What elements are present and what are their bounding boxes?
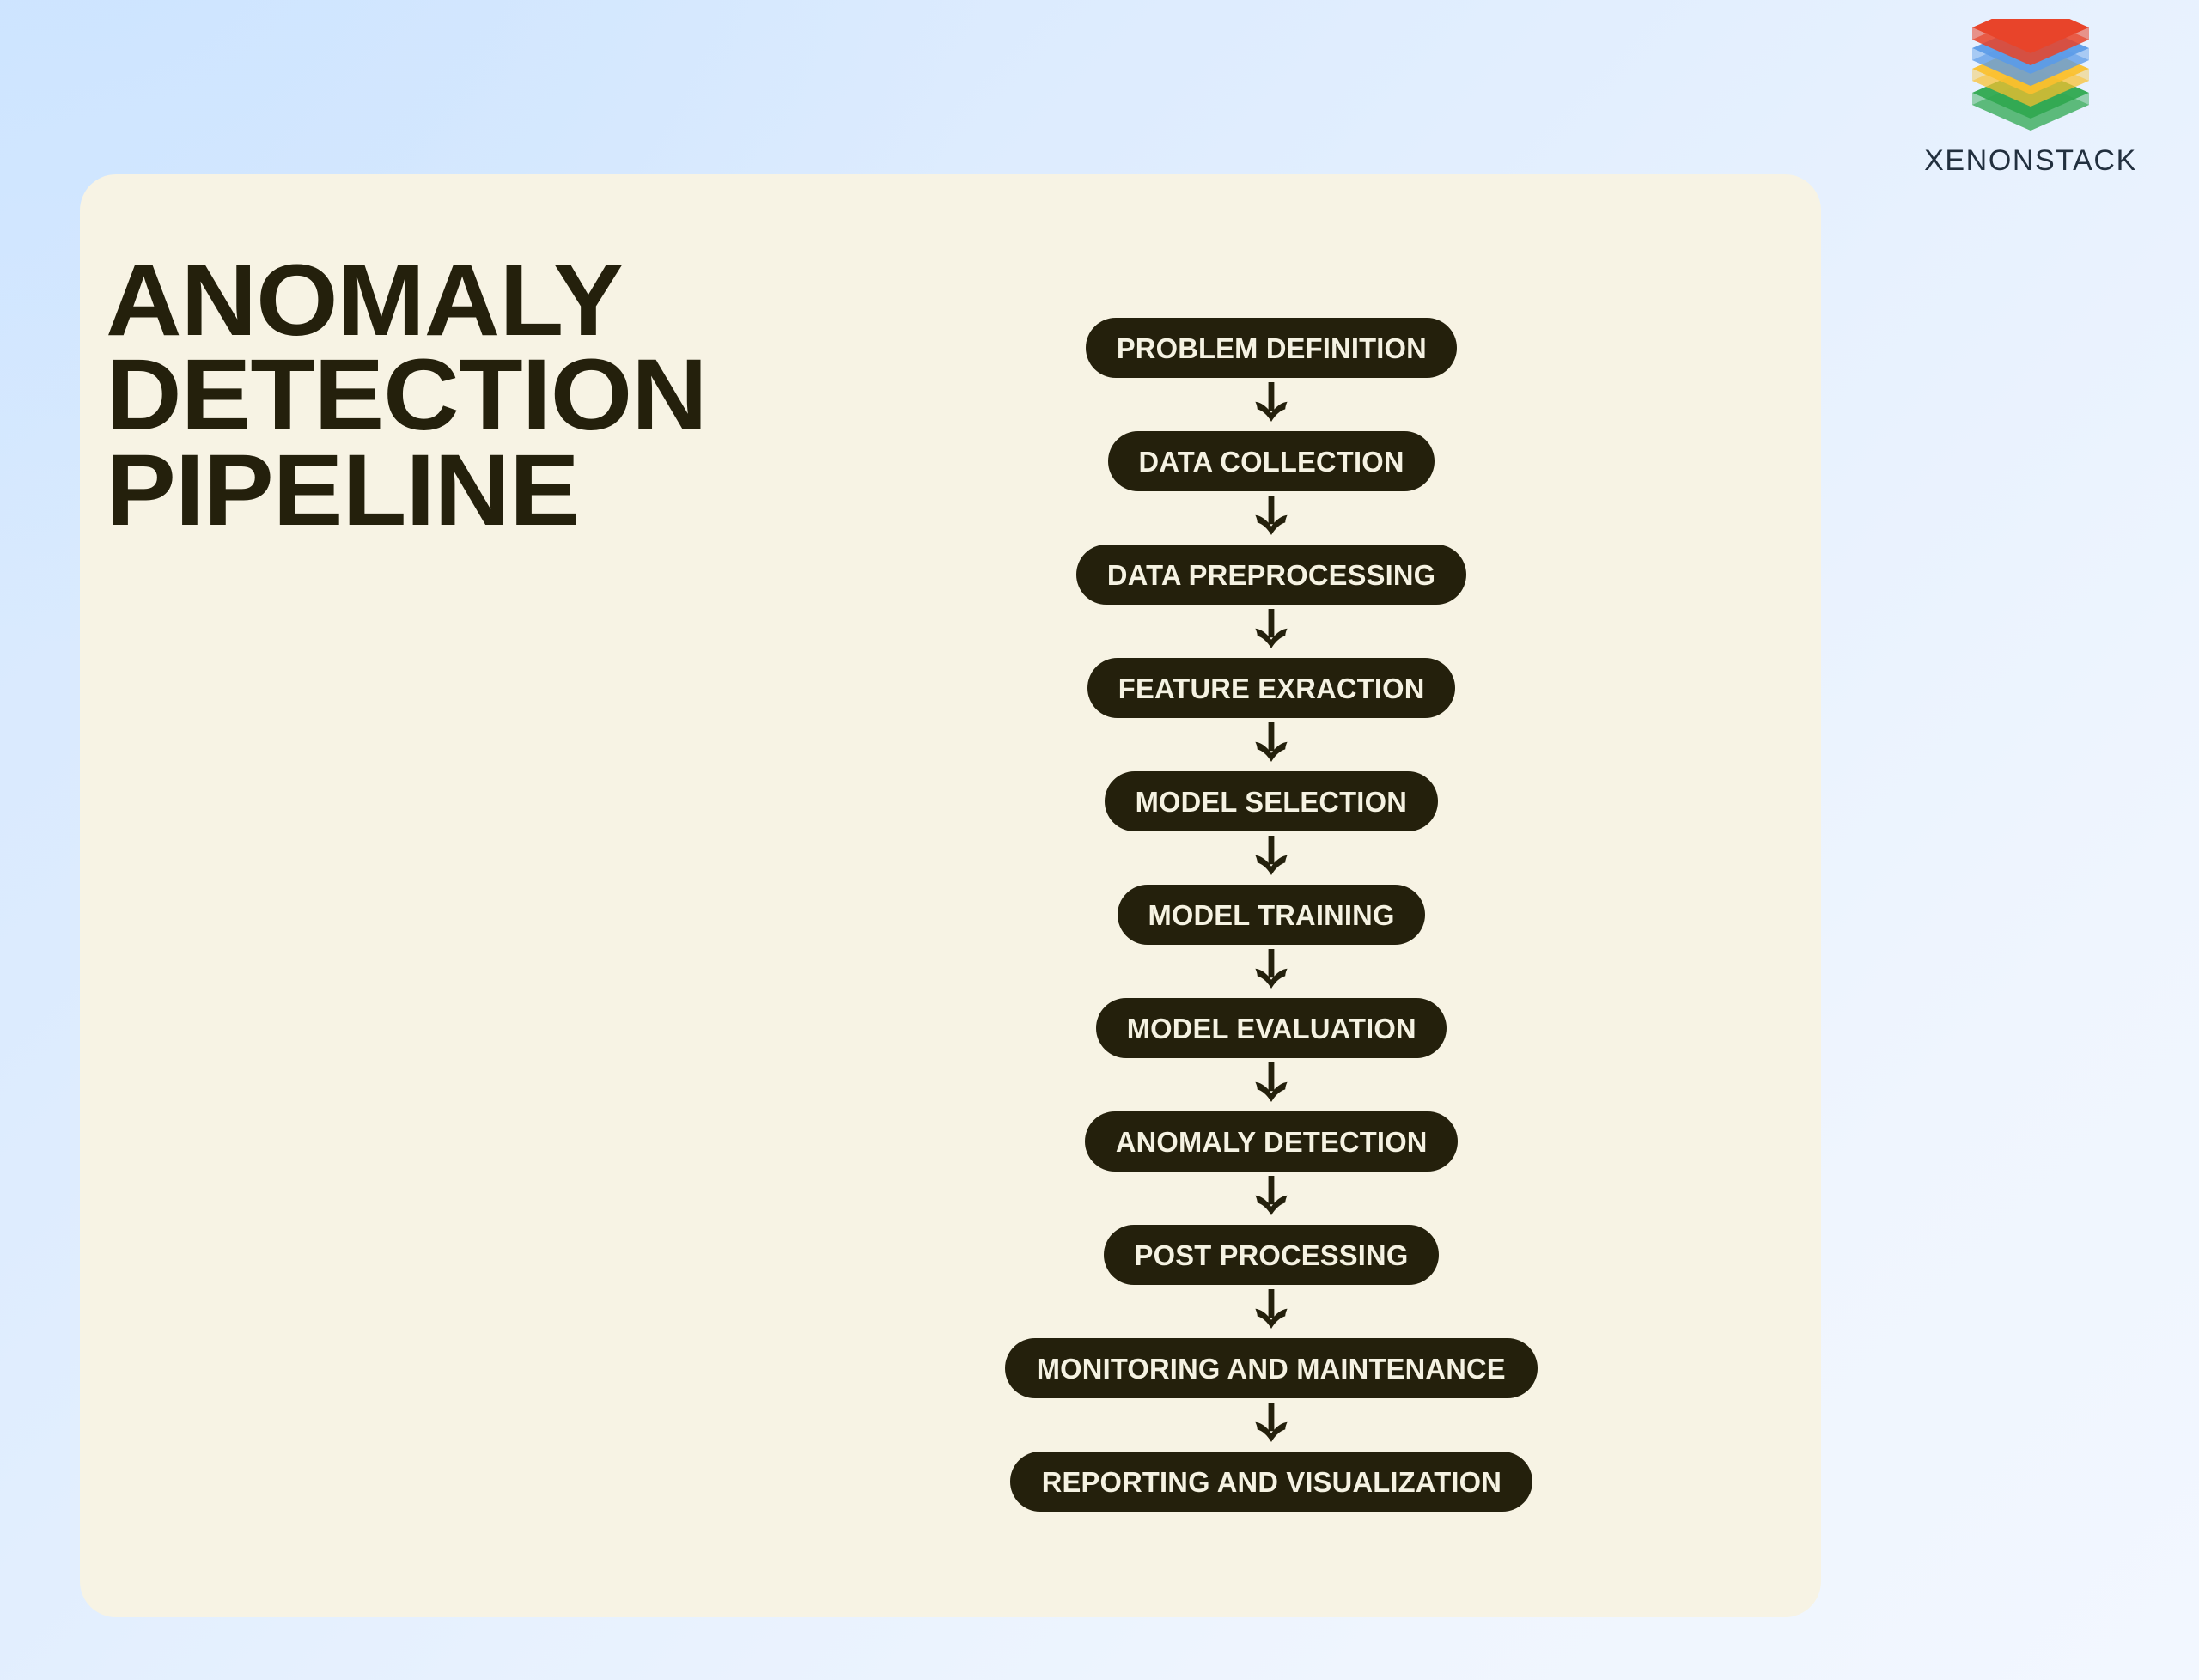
arrow-down-icon (1237, 718, 1306, 771)
pipeline-step-label: MONITORING AND MAINTENANCE (1036, 1352, 1507, 1385)
pipeline-step[interactable]: REPORTING AND VISUALIZATION (1009, 1452, 1533, 1512)
arrow-down-icon (1237, 831, 1306, 885)
pipeline-step[interactable]: MONITORING AND MAINTENANCE (1005, 1338, 1538, 1398)
pipeline-step[interactable]: ANOMALY DETECTION (1084, 1111, 1459, 1172)
pipeline-step-label: ANOMALY DETECTION (1115, 1125, 1428, 1158)
pipeline-step-label: POST PROCESSING (1134, 1239, 1409, 1271)
arrow-down-icon (1237, 605, 1306, 658)
pipeline-step-label: DATA PREPROCESSING (1106, 558, 1436, 591)
pipeline-step[interactable]: DATA COLLECTION (1107, 431, 1435, 491)
brand-name: XENONSTACK (1924, 144, 2137, 177)
arrow-down-icon (1237, 1172, 1306, 1225)
pipeline-step-label: MODEL TRAINING (1148, 898, 1395, 931)
pipeline-step-label: PROBLEM DEFINITION (1116, 332, 1427, 364)
pipeline-step[interactable]: MODEL EVALUATION (1095, 998, 1447, 1058)
pipeline-step-label: MODEL SELECTION (1135, 785, 1408, 818)
pipeline-flow: PROBLEM DEFINITION DATA COLLECTION DATA PR… (533, 318, 2010, 1512)
pipeline-step[interactable]: MODEL TRAINING (1117, 885, 1426, 945)
pipeline-step[interactable]: POST PROCESSING (1103, 1225, 1440, 1285)
xenonstack-logo-icon (1962, 2, 2099, 139)
arrow-down-icon (1237, 491, 1306, 545)
brand-lockup: XENONSTACK (1885, 2, 2177, 178)
pipeline-step[interactable]: FEATURE EXRACTION (1087, 658, 1456, 718)
pipeline-step-label: DATA COLLECTION (1138, 445, 1404, 478)
arrow-down-icon (1237, 1398, 1306, 1452)
arrow-down-icon (1237, 945, 1306, 998)
arrow-down-icon (1237, 1058, 1306, 1111)
pipeline-step-label: REPORTING AND VISUALIZATION (1041, 1465, 1502, 1498)
arrow-down-icon (1237, 1285, 1306, 1338)
pipeline-step-label: FEATURE EXRACTION (1118, 672, 1425, 704)
poster-canvas: XENONSTACK ANOMALY DETECTION PIPELINE PR… (0, 0, 2199, 1680)
arrow-down-icon (1237, 378, 1306, 431)
pipeline-step[interactable]: MODEL SELECTION (1105, 771, 1438, 831)
pipeline-step[interactable]: DATA PREPROCESSING (1075, 545, 1467, 605)
pipeline-step-label: MODEL EVALUATION (1126, 1012, 1416, 1044)
pipeline-step[interactable]: PROBLEM DEFINITION (1085, 318, 1458, 378)
